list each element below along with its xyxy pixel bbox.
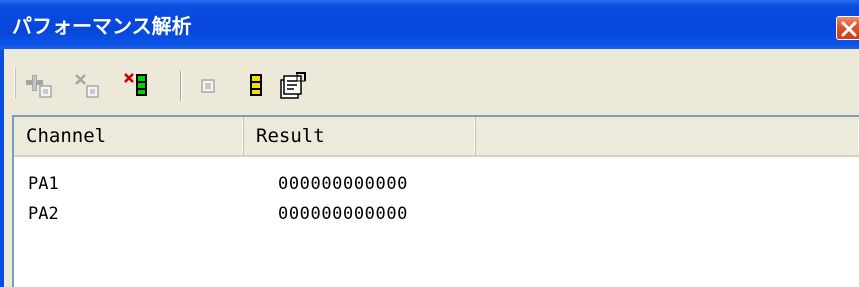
close-button[interactable] [836,16,859,40]
delete-all-ranges-icon[interactable] [122,71,152,101]
cell-channel: PA2 [28,204,59,224]
properties-icon[interactable] [278,71,308,101]
result-list[interactable]: Channel Result PA1 000000000000 PA2 0000… [12,115,859,287]
delete-range-icon[interactable] [72,71,102,101]
toolbar [4,49,859,115]
window-title: パフォーマンス解析 [12,14,192,38]
toolbar-grip[interactable] [14,68,17,98]
column-header-filler [476,117,859,155]
table-row[interactable]: PA2 000000000000 [14,199,859,229]
stop-icon[interactable] [194,71,224,101]
toolbar-separator [180,71,182,101]
start-icon[interactable] [242,71,272,101]
table-row[interactable]: PA1 000000000000 [14,169,859,199]
column-header-channel[interactable]: Channel [14,117,244,155]
title-bar[interactable]: パフォーマンス解析 [0,0,859,49]
cell-channel: PA1 [28,174,59,194]
add-range-icon[interactable] [24,71,54,101]
close-icon [841,21,857,37]
performance-analysis-window: パフォーマンス解析 Channel Result PA1 00000000000… [0,0,859,287]
cell-result: 000000000000 [278,204,409,224]
column-header-result[interactable]: Result [244,117,476,155]
list-header: Channel Result [14,117,859,157]
cell-result: 000000000000 [278,174,409,194]
